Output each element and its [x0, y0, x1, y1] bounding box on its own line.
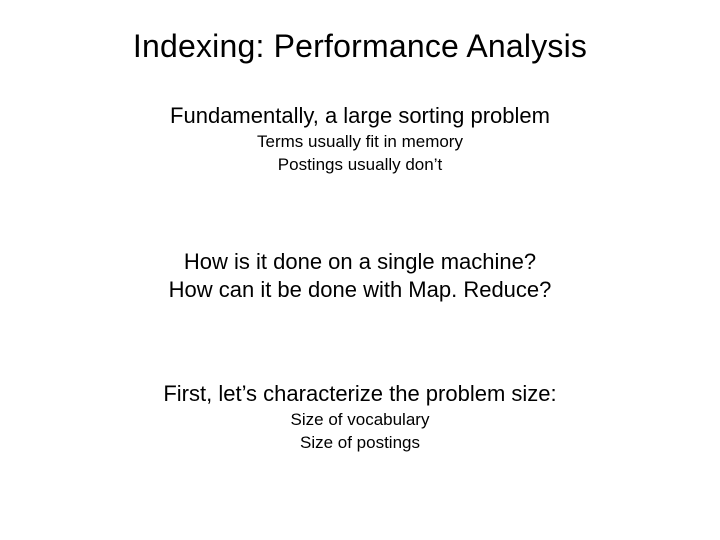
section-2-question-1: How is it done on a single machine? — [0, 248, 720, 277]
section-1-sub-2: Postings usually don’t — [0, 154, 720, 175]
slide: Indexing: Performance Analysis Fundament… — [0, 0, 720, 540]
section-1: Fundamentally, a large sorting problem T… — [0, 103, 720, 176]
section-3-sub-1: Size of vocabulary — [0, 409, 720, 430]
section-1-sub-1: Terms usually fit in memory — [0, 131, 720, 152]
section-3: First, let’s characterize the problem si… — [0, 381, 720, 454]
slide-title: Indexing: Performance Analysis — [0, 0, 720, 65]
section-3-sub-2: Size of postings — [0, 432, 720, 453]
section-3-lead: First, let’s characterize the problem si… — [0, 381, 720, 407]
section-1-lead: Fundamentally, a large sorting problem — [0, 103, 720, 129]
section-2: How is it done on a single machine? How … — [0, 248, 720, 305]
section-2-question-2: How can it be done with Map. Reduce? — [0, 276, 720, 305]
